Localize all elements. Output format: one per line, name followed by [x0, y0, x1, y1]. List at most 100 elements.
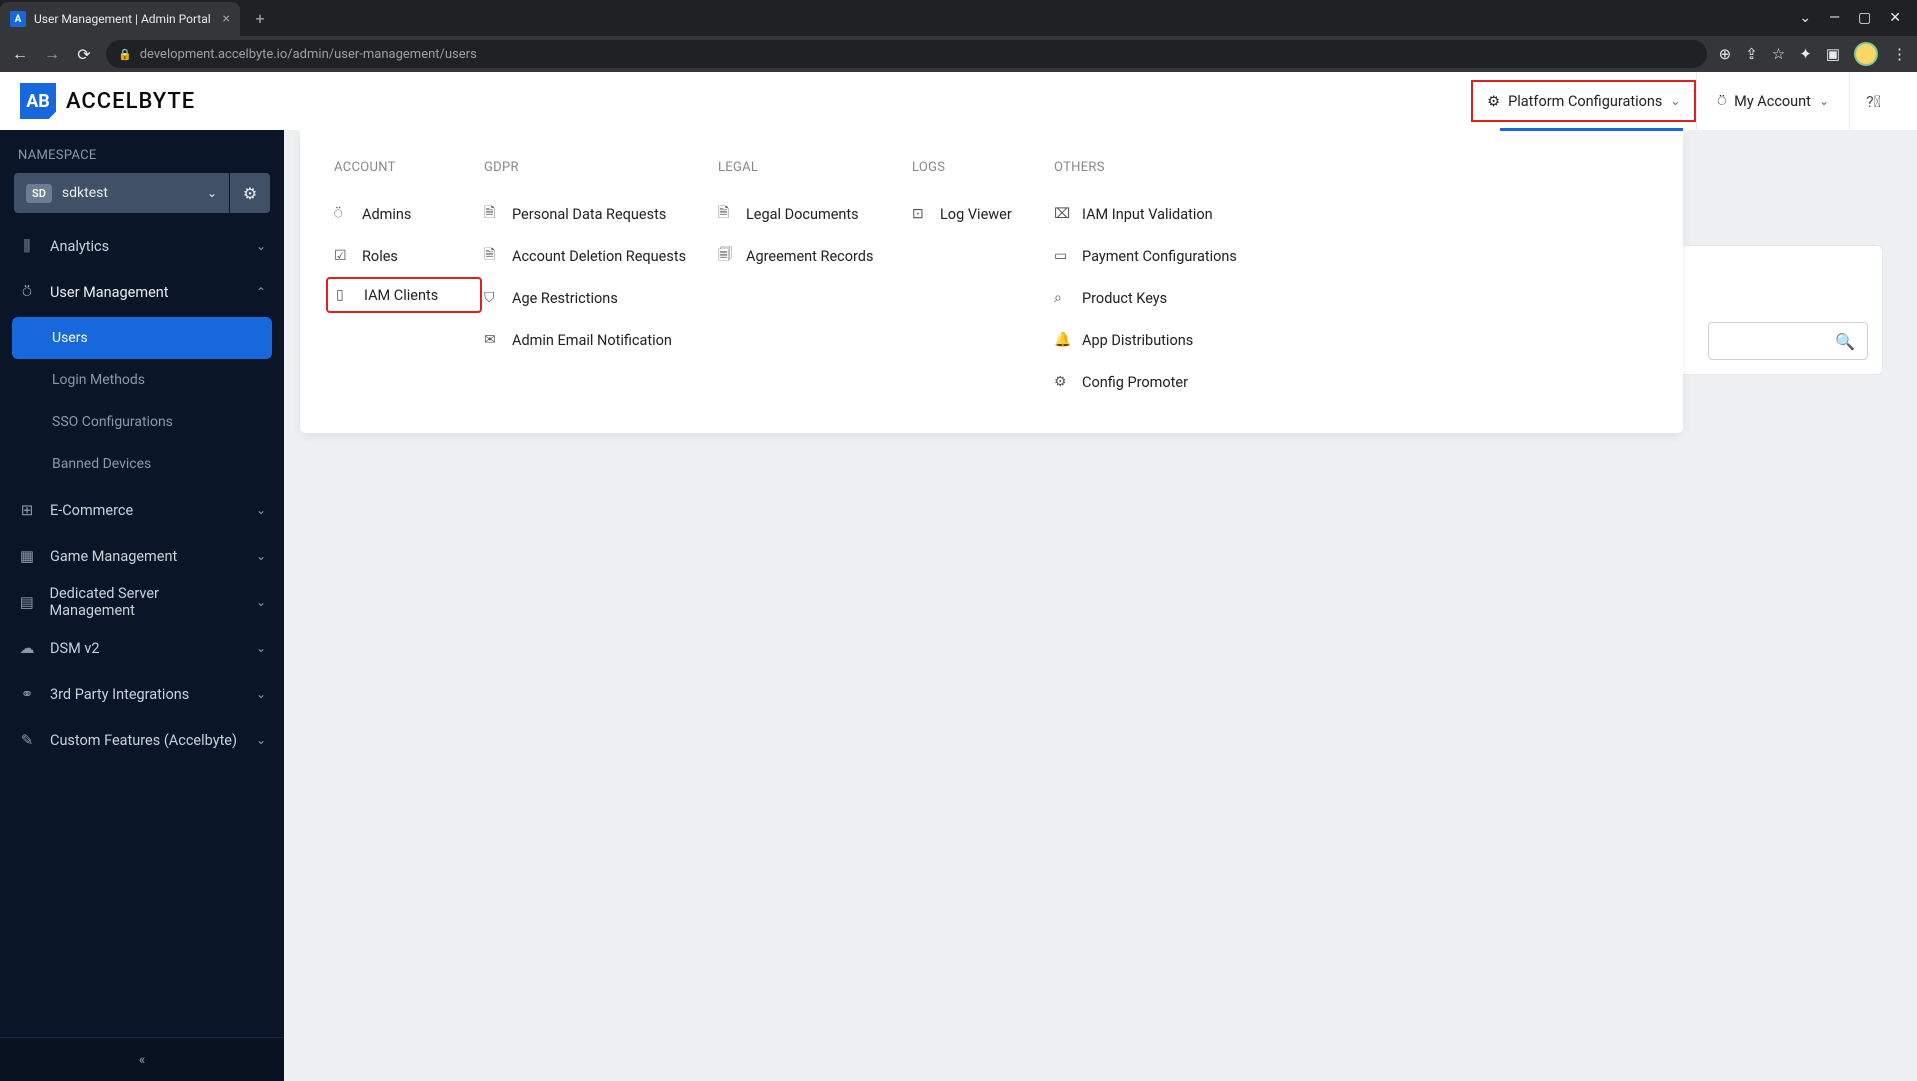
- mm-item-admin-email-notification[interactable]: ✉ Admin Email Notification: [484, 319, 708, 361]
- logo[interactable]: AB ACCELBYTE: [20, 83, 195, 119]
- sidebar-subitem-users[interactable]: Users: [12, 317, 272, 359]
- namespace-label: NAMESPACE: [0, 130, 284, 173]
- devices-icon: ▯: [336, 287, 352, 303]
- check-icon: ☑: [334, 248, 350, 264]
- chevron-down-icon: ⌄: [256, 595, 266, 609]
- minimize-icon[interactable]: —: [1829, 10, 1840, 26]
- my-account-label: My Account: [1734, 93, 1811, 110]
- input-icon: ⌧: [1054, 206, 1070, 222]
- doc-icon: 🗎: [484, 244, 500, 268]
- search-input[interactable]: 🔍: [1708, 322, 1868, 360]
- eye-icon: ⊡: [912, 206, 928, 222]
- profile-avatar-icon[interactable]: [1854, 42, 1878, 66]
- chevron-down-icon: ⌄: [256, 733, 266, 747]
- mail-icon: ✉: [484, 332, 500, 348]
- namespace-selector[interactable]: SD sdktest ⌄: [14, 173, 229, 213]
- browser-tab[interactable]: A User Management | Admin Portal ×: [0, 2, 240, 36]
- doc-check-icon: 🗐: [718, 244, 734, 268]
- sidebar-item-dedicated-server-management[interactable]: ▤ Dedicated Server Management ⌄: [0, 579, 284, 625]
- reload-button[interactable]: ⟳: [74, 45, 94, 64]
- mm-header-others: OTHERS: [1054, 160, 1649, 175]
- mm-item-app-distributions[interactable]: 🔔 App Distributions: [1054, 319, 1649, 361]
- lock-icon: 🔒: [118, 48, 132, 61]
- mm-item-account-deletion-requests[interactable]: 🗎 Account Deletion Requests: [484, 235, 708, 277]
- mm-item-agreement-records[interactable]: 🗐 Agreement Records: [718, 235, 902, 277]
- grid-icon: ▦: [18, 547, 36, 565]
- sidebar-subitem-banned-devices[interactable]: Banned Devices: [6, 443, 278, 485]
- chevron-down-icon: ⌄: [256, 641, 266, 655]
- mm-item-product-keys[interactable]: ⌕ Product Keys: [1054, 277, 1649, 319]
- forward-button[interactable]: →: [42, 44, 62, 64]
- gear-icon: ⚙: [1487, 93, 1500, 110]
- bell-icon: 🔔: [1054, 332, 1070, 348]
- mm-item-personal-data-requests[interactable]: 🗎 Personal Data Requests: [484, 193, 708, 235]
- sidebar-item-game-management[interactable]: ▦ Game Management ⌄: [0, 533, 284, 579]
- url-field[interactable]: 🔒 development.accelbyte.io/admin/user-ma…: [106, 40, 1707, 68]
- new-tab-button[interactable]: +: [246, 4, 274, 32]
- main-content: 🔍 ACCOUNT ⍥ Admins ☑ Roles ▯: [284, 130, 1917, 1081]
- collapse-sidebar-button[interactable]: «: [0, 1037, 284, 1081]
- bookmark-icon[interactable]: ☆: [1772, 45, 1785, 63]
- sidebar-item-custom-features[interactable]: ✎ Custom Features (Accelbyte) ⌄: [0, 717, 284, 763]
- url-text: development.accelbyte.io/admin/user-mana…: [140, 47, 477, 62]
- store-icon: ⊞: [18, 501, 36, 519]
- mm-item-roles[interactable]: ☑ Roles: [334, 235, 474, 277]
- mm-item-age-restrictions[interactable]: ⛉ Age Restrictions: [484, 277, 708, 319]
- logo-mark-icon: AB: [20, 83, 56, 119]
- chevron-down-icon: ⌄: [256, 687, 266, 701]
- gear-icon: ⚙: [243, 184, 257, 203]
- platform-configurations-menu: ACCOUNT ⍥ Admins ☑ Roles ▯ IAM Clients: [300, 130, 1683, 433]
- nodes-icon: ⚭: [18, 685, 36, 703]
- maximize-icon[interactable]: ▢: [1858, 10, 1871, 26]
- help-button[interactable]: ?⃝: [1849, 72, 1897, 130]
- my-account-button[interactable]: ⍥ My Account ⌄: [1696, 72, 1849, 130]
- mm-item-config-promoter[interactable]: ⚙ Config Promoter: [1054, 361, 1649, 403]
- sidebar: NAMESPACE SD sdktest ⌄ ⚙ ⫼ Analytics ⌄ ⍥…: [0, 130, 284, 1081]
- share-icon[interactable]: ⇪: [1745, 45, 1758, 63]
- zoom-icon[interactable]: ⊕: [1719, 45, 1732, 63]
- panel-icon[interactable]: ▣: [1826, 45, 1840, 63]
- back-button[interactable]: ←: [10, 44, 30, 64]
- sidebar-item-analytics[interactable]: ⫼ Analytics ⌄: [0, 223, 284, 269]
- close-icon[interactable]: ×: [223, 11, 230, 27]
- user-icon: ⍥: [1717, 93, 1726, 110]
- mm-item-legal-documents[interactable]: 🗎 Legal Documents: [718, 193, 902, 235]
- cloud-icon: ☁: [18, 639, 36, 657]
- card-icon: ▭: [1054, 248, 1070, 264]
- sidebar-item-user-management[interactable]: ⍥ User Management ⌃: [0, 269, 284, 315]
- user-icon: ⍥: [18, 283, 36, 301]
- sidebar-item-dsm-v2[interactable]: ☁ DSM v2 ⌄: [0, 625, 284, 671]
- chart-icon: ⫼: [18, 237, 36, 255]
- chevron-down-icon[interactable]: ⌄: [1799, 10, 1811, 26]
- shield-icon: ⛉: [484, 290, 500, 306]
- server-icon: ▤: [18, 593, 35, 611]
- chevron-down-icon: ⌄: [1670, 94, 1680, 108]
- kebab-icon[interactable]: ⋮: [1892, 45, 1907, 63]
- namespace-settings-button[interactable]: ⚙: [230, 173, 270, 213]
- chevron-down-icon: ⌄: [256, 503, 266, 517]
- namespace-value: sdktest: [62, 185, 108, 201]
- key-icon: ⌕: [1054, 290, 1070, 306]
- sidebar-item-ecommerce[interactable]: ⊞ E-Commerce ⌄: [0, 487, 284, 533]
- gear-icon: ⚙: [1054, 374, 1070, 390]
- search-icon: 🔍: [1835, 332, 1855, 351]
- window-controls: ⌄ — ▢ ✕: [1783, 10, 1917, 26]
- chevron-down-icon: ⌄: [207, 186, 217, 200]
- mm-item-iam-clients[interactable]: ▯ IAM Clients: [326, 277, 482, 313]
- mm-item-admins[interactable]: ⍥ Admins: [334, 193, 474, 235]
- doc-icon: 🗎: [718, 202, 734, 226]
- sidebar-item-3rd-party-integrations[interactable]: ⚭ 3rd Party Integrations ⌄: [0, 671, 284, 717]
- sidebar-subitem-sso-configurations[interactable]: SSO Configurations: [6, 401, 278, 443]
- mm-item-log-viewer[interactable]: ⊡ Log Viewer: [912, 193, 1044, 235]
- close-window-icon[interactable]: ✕: [1889, 10, 1901, 26]
- browser-tabbar: A User Management | Admin Portal × + ⌄ —…: [0, 0, 1917, 36]
- mm-item-payment-configurations[interactable]: ▭ Payment Configurations: [1054, 235, 1649, 277]
- mm-item-iam-input-validation[interactable]: ⌧ IAM Input Validation: [1054, 193, 1649, 235]
- platform-configurations-button[interactable]: ⚙ Platform Configurations ⌄: [1471, 80, 1696, 122]
- extensions-icon[interactable]: ✦: [1799, 45, 1812, 63]
- mm-header-logs: LOGS: [912, 160, 1044, 175]
- user-icon: ⍥: [334, 206, 350, 222]
- sidebar-subitem-login-methods[interactable]: Login Methods: [6, 359, 278, 401]
- help-icon: ?⃝: [1866, 92, 1881, 111]
- address-bar: ← → ⟳ 🔒 development.accelbyte.io/admin/u…: [0, 36, 1917, 72]
